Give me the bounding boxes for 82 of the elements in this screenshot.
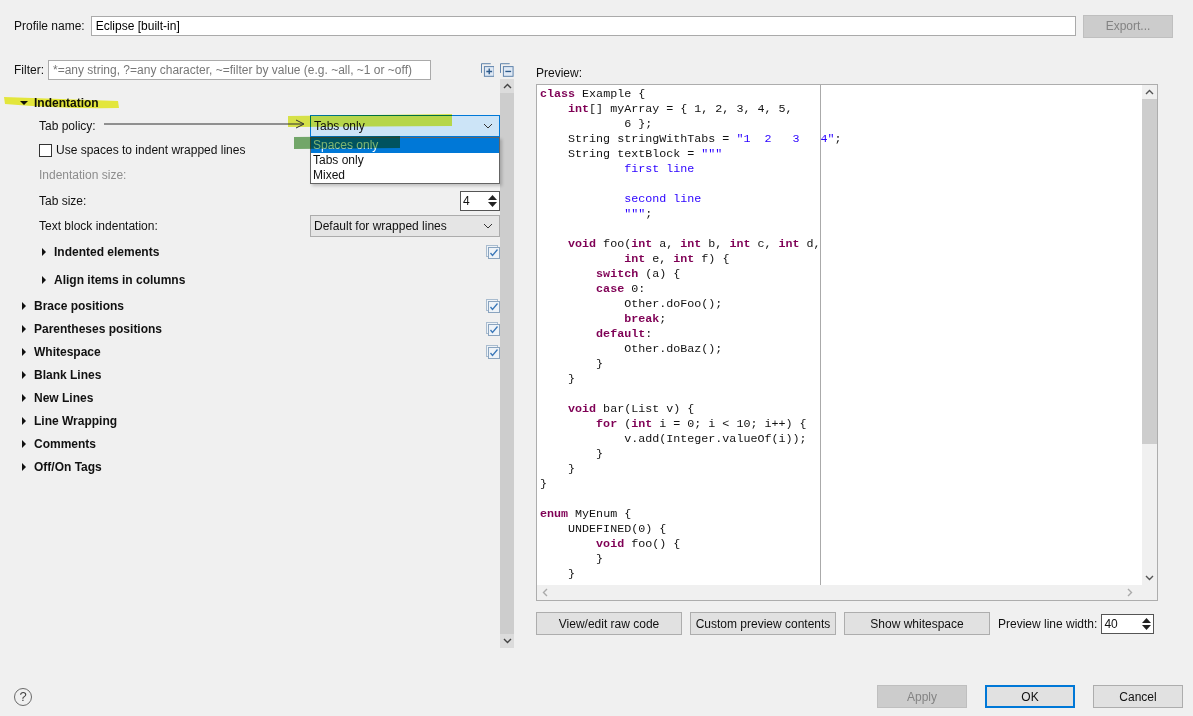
expand-icon[interactable] — [40, 248, 48, 256]
dropdown-option[interactable]: Tabs only — [311, 153, 499, 168]
code-line: void foo(int a, int b, int c, int d, — [567, 237, 822, 252]
preview-button[interactable]: Show whitespace — [844, 612, 990, 635]
expand-icon[interactable] — [20, 416, 28, 425]
code-line: """; — [623, 207, 654, 222]
tree-item[interactable]: Align items in columns — [54, 273, 186, 287]
code-line: int e, int f) { — [623, 252, 731, 267]
filter-label: Filter: — [14, 63, 44, 77]
scroll-down-icon[interactable] — [1145, 575, 1154, 581]
code-line: void foo() { — [595, 537, 682, 552]
collapse-all-icon[interactable] — [500, 63, 514, 77]
expand-icon[interactable] — [20, 347, 28, 356]
scroll-up-icon[interactable] — [1145, 89, 1154, 95]
line-width-spinner[interactable]: 40 — [1101, 613, 1155, 634]
code-line: second line — [623, 192, 703, 207]
expand-icon[interactable] — [40, 276, 48, 284]
scrollbar[interactable] — [500, 79, 514, 648]
expand-icon[interactable] — [20, 439, 28, 448]
expand-all-icon[interactable] — [480, 63, 495, 77]
code-line: int[] myArray = { 1, 2, 3, 4, 5, — [567, 102, 794, 117]
filter-field[interactable]: *=any string, ?=any character, ~=filter by value (e.g. ~all, ~1 or ~off) — [48, 60, 431, 80]
dropdown-option[interactable]: Mixed — [311, 168, 499, 183]
setting-label: Text block indentation: — [39, 219, 158, 233]
code-line: class Example { — [540, 87, 647, 102]
tree-item[interactable]: Off/On Tags — [34, 459, 102, 474]
setting-label: Tab policy: — [39, 119, 96, 133]
expand-icon[interactable] — [20, 324, 28, 333]
preview-label: Preview: — [536, 66, 583, 82]
tree-item[interactable]: Whitespace — [34, 344, 101, 359]
tree-item[interactable]: Blank Lines — [34, 367, 102, 382]
expand-icon[interactable] — [20, 370, 28, 379]
code-line: break; — [623, 312, 668, 327]
code-line: UNDEFINED(0) { — [567, 522, 668, 537]
tree-item[interactable]: Brace positions — [34, 298, 125, 313]
code-line: Other.doBaz(); — [623, 342, 724, 357]
line-width-label: Preview line width: — [998, 616, 1098, 631]
dropdown[interactable]: Default for wrapped lines — [310, 215, 500, 237]
code-line: Other.doFoo(); — [623, 297, 724, 312]
code-line: 6 }; — [623, 117, 654, 132]
code-line: String stringWithTabs = "1 2 3 4"; — [567, 132, 843, 147]
code-line: default: — [595, 327, 654, 342]
code-line: } — [595, 552, 605, 567]
tab-size-spinner[interactable]: 4 — [460, 191, 500, 211]
tree-item[interactable]: Comments — [34, 436, 96, 451]
scrollbar[interactable] — [1142, 85, 1157, 585]
expand-icon[interactable] — [20, 301, 28, 310]
code-line: for (int i = 0; i < 10; i++) { — [595, 417, 808, 432]
code-line: v.add(Integer.valueOf(i)); — [623, 432, 808, 447]
tree-item[interactable]: Line Wrapping — [34, 413, 118, 428]
code-line: first line — [623, 162, 696, 177]
code-line: } — [540, 477, 548, 492]
code-line: switch (a) { — [595, 267, 682, 282]
code-line: enum MyEnum { — [540, 507, 633, 522]
tree-item[interactable]: New Lines — [34, 390, 94, 405]
code-line: } — [595, 357, 605, 372]
tree-item[interactable]: Indented elements — [54, 245, 160, 259]
caret-icon — [483, 223, 493, 229]
tree-item[interactable]: Indentation — [34, 95, 99, 110]
code-line: } — [595, 447, 605, 462]
dialog-button[interactable]: OK — [985, 685, 1075, 708]
scroll-down-icon[interactable] — [502, 638, 512, 644]
scroll-up-icon[interactable] — [502, 83, 512, 89]
tree-item[interactable]: Parentheses positions — [34, 321, 163, 336]
dialog-button[interactable]: Cancel — [1093, 685, 1183, 708]
profile-name-label: Profile name: — [14, 19, 85, 33]
caret-icon — [483, 123, 493, 129]
code-line: case 0: — [595, 282, 647, 297]
checkbox[interactable] — [39, 143, 52, 157]
expand-icon[interactable] — [20, 462, 28, 471]
expand-icon[interactable] — [20, 393, 28, 402]
code-line: } — [567, 567, 577, 582]
profile-name-field[interactable]: Eclipse [built-in] — [90, 16, 1076, 36]
setting-label: Indentation size: — [39, 168, 127, 182]
code-line: String textBlock = """ — [567, 147, 724, 162]
code-line: void bar(List v) { — [567, 402, 696, 417]
code-line: } — [567, 372, 577, 387]
preview-button[interactable]: View/edit raw code — [536, 612, 682, 635]
checkbox-label: Use spaces to indent wrapped lines — [56, 143, 246, 157]
preview-button[interactable]: Custom preview contents — [690, 612, 836, 635]
setting-label: Tab size: — [39, 194, 87, 208]
code-line: } — [567, 462, 577, 477]
